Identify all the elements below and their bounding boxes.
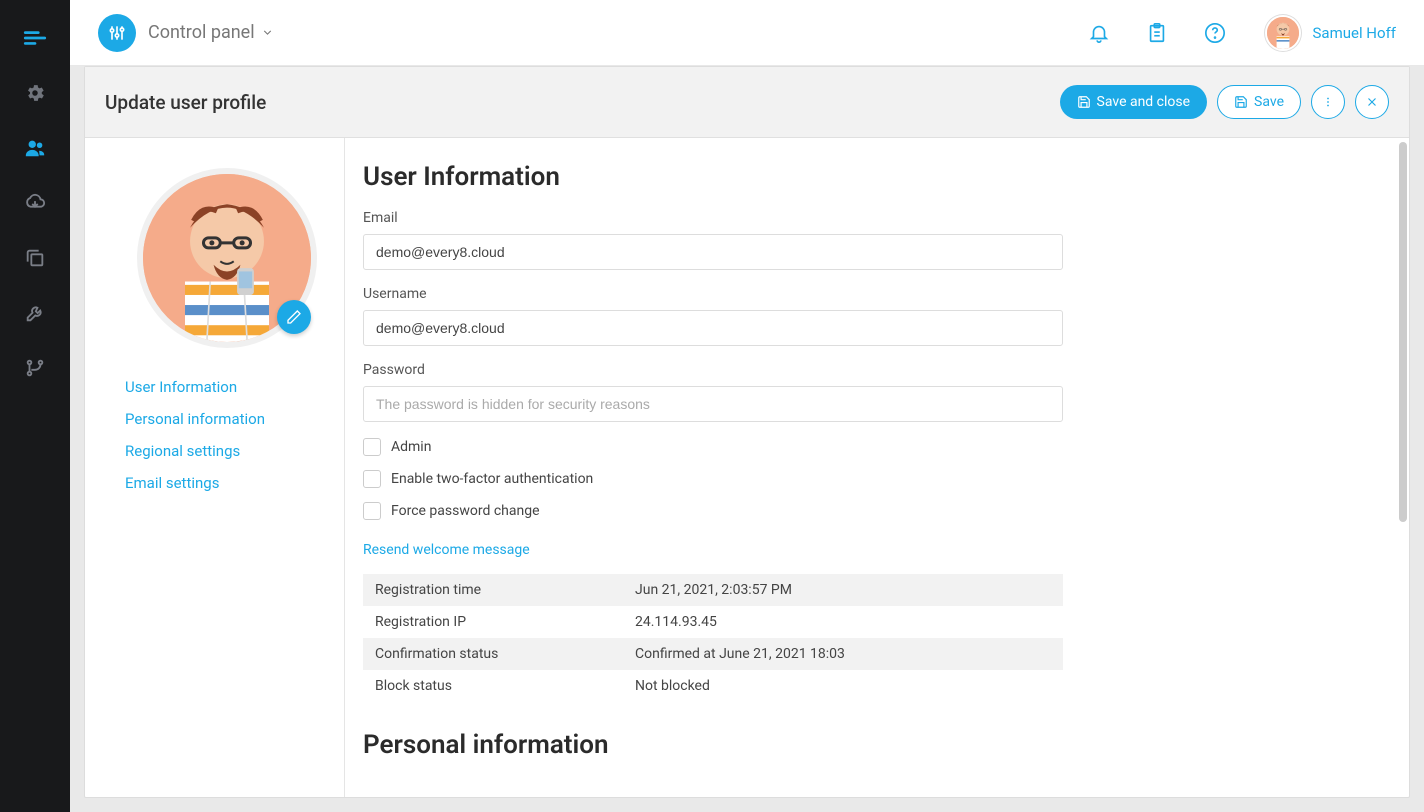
- table-row: Confirmation status Confirmed at June 21…: [363, 638, 1063, 670]
- page-header: Update user profile Save and close Save: [85, 67, 1409, 138]
- username-field[interactable]: [363, 310, 1063, 346]
- reg-time-value: Jun 21, 2021, 2:03:57 PM: [623, 574, 1063, 606]
- user-menu[interactable]: Samuel Hoff: [1265, 15, 1397, 51]
- twofa-checkbox[interactable]: [363, 470, 381, 488]
- twofa-label: Enable two-factor authentication: [391, 471, 593, 487]
- table-row: Registration time Jun 21, 2021, 2:03:57 …: [363, 574, 1063, 606]
- reg-ip-label: Registration IP: [363, 606, 623, 638]
- save-icon: [1234, 95, 1248, 109]
- brand-icon: [98, 14, 136, 52]
- notifications-icon[interactable]: [1081, 15, 1117, 51]
- nav-personal-information[interactable]: Personal information: [125, 410, 328, 428]
- close-icon: [1365, 95, 1379, 109]
- reg-time-label: Registration time: [363, 574, 623, 606]
- sidebar-item-copy[interactable]: [0, 235, 70, 280]
- force-password-label: Force password change: [391, 503, 540, 519]
- force-password-checkbox[interactable]: [363, 502, 381, 520]
- sidebar-item-settings[interactable]: [0, 70, 70, 115]
- password-field[interactable]: [363, 386, 1063, 422]
- pencil-icon: [286, 309, 302, 325]
- more-vertical-icon: [1321, 95, 1335, 109]
- chevron-down-icon: [261, 26, 274, 39]
- topbar: Control panel Samuel Hoff: [70, 0, 1424, 66]
- resend-welcome-link[interactable]: Resend welcome message: [363, 542, 530, 558]
- app-title-dropdown[interactable]: Control panel: [148, 22, 274, 43]
- password-label: Password: [363, 362, 1063, 378]
- nav-email-settings[interactable]: Email settings: [125, 474, 328, 492]
- save-icon: [1077, 95, 1091, 109]
- section-title-personal: Personal information: [363, 730, 1349, 760]
- left-rail: [0, 0, 70, 812]
- nav-regional-settings[interactable]: Regional settings: [125, 442, 328, 460]
- profile-main-column: User Information Email Username Password: [345, 138, 1409, 797]
- confirmation-label: Confirmation status: [363, 638, 623, 670]
- sidebar-item-branch[interactable]: [0, 345, 70, 390]
- menu-toggle-icon[interactable]: [0, 15, 70, 60]
- more-actions-button[interactable]: [1311, 85, 1345, 119]
- help-icon[interactable]: [1197, 15, 1233, 51]
- table-row: Registration IP 24.114.93.45: [363, 606, 1063, 638]
- close-button[interactable]: [1355, 85, 1389, 119]
- block-value: Not blocked: [623, 670, 1063, 702]
- admin-checkbox[interactable]: [363, 438, 381, 456]
- scrollbar[interactable]: [1399, 142, 1407, 522]
- email-field[interactable]: [363, 234, 1063, 270]
- sidebar-item-tools[interactable]: [0, 290, 70, 335]
- edit-avatar-button[interactable]: [277, 300, 311, 334]
- sidebar-item-cloud[interactable]: [0, 180, 70, 225]
- clipboard-icon[interactable]: [1139, 15, 1175, 51]
- app-title: Control panel: [148, 22, 255, 43]
- sidebar-item-users[interactable]: [0, 125, 70, 170]
- admin-label: Admin: [391, 439, 431, 455]
- reg-ip-value: 24.114.93.45: [623, 606, 1063, 638]
- nav-user-information[interactable]: User Information: [125, 378, 328, 396]
- username-label: Username: [363, 286, 1063, 302]
- user-name: Samuel Hoff: [1313, 24, 1397, 42]
- save-button[interactable]: Save: [1217, 85, 1301, 119]
- email-label: Email: [363, 210, 1063, 226]
- save-and-close-button[interactable]: Save and close: [1060, 85, 1208, 119]
- section-title-user-info: User Information: [363, 162, 1349, 192]
- avatar-small: [1265, 15, 1301, 51]
- profile-side-column: User Information Personal information Re…: [85, 138, 345, 797]
- page-title: Update user profile: [105, 91, 266, 114]
- block-label: Block status: [363, 670, 623, 702]
- user-meta-table: Registration time Jun 21, 2021, 2:03:57 …: [363, 574, 1063, 702]
- table-row: Block status Not blocked: [363, 670, 1063, 702]
- confirmation-value: Confirmed at June 21, 2021 18:03: [623, 638, 1063, 670]
